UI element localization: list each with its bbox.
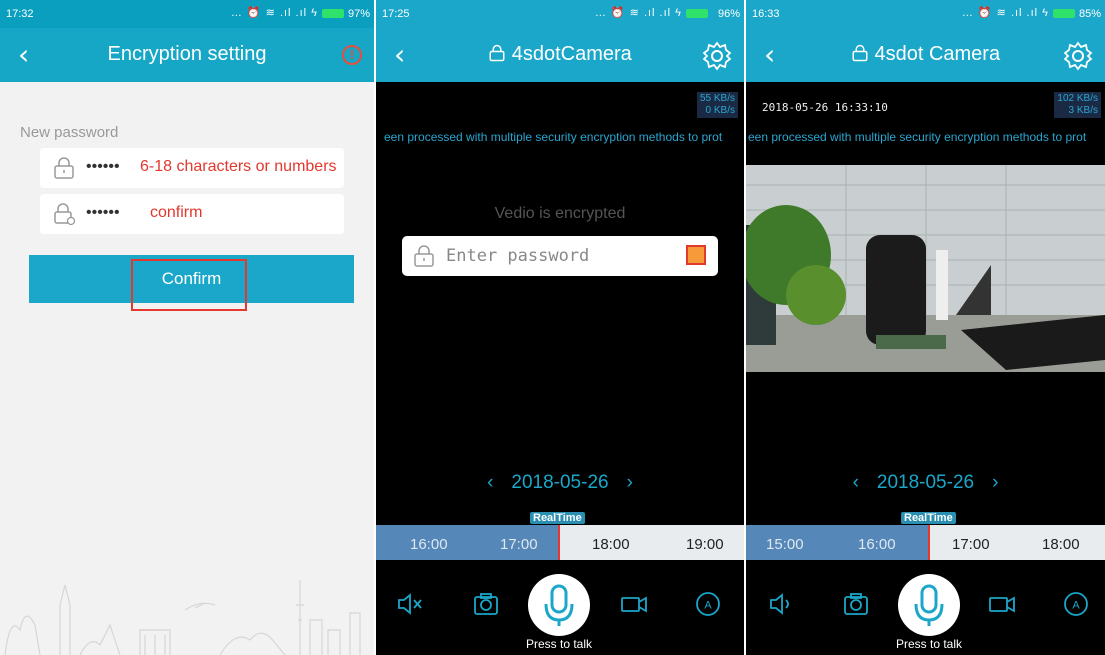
next-date-button[interactable]: › (627, 472, 633, 493)
realtime-badge[interactable]: RealTime (530, 512, 585, 524)
video-frame (746, 165, 1105, 372)
alert-icon[interactable]: ! (342, 45, 362, 65)
bitrate-indicator: 55 KB/s 0 KB/s (696, 92, 738, 118)
status-bar: 16:33 … ⏰ ≋ .ıl .ıl ϟ 85% (746, 0, 1105, 28)
page-title: Encryption setting (107, 43, 267, 65)
status-time: 17:25 (382, 8, 410, 20)
prev-date-button[interactable]: ‹ (487, 472, 493, 493)
security-ticker: een processed with multiple security enc… (384, 130, 723, 144)
status-icons: … ⏰ ≋ .ıl .ıl ϟ (594, 7, 682, 19)
tick-label: 15:00 (766, 536, 804, 553)
camera-name: 4sdotCamera (511, 43, 632, 65)
playback-timeline[interactable]: 15:00 16:00 17:00 18:00 (746, 525, 1105, 560)
realtime-badge[interactable]: RealTime (901, 512, 956, 524)
confirm-password-field[interactable]: •••••• confirm (40, 194, 344, 234)
lock-icon (489, 44, 505, 62)
status-icons: … ⏰ ≋ .ıl .ıl ϟ (961, 7, 1049, 19)
bitrate-out: 3 KB/s (1068, 105, 1098, 116)
battery-level: 97% (347, 8, 370, 20)
mute-icon[interactable] (396, 590, 424, 618)
current-date: 2018-05-26 (876, 472, 975, 493)
security-ticker: een processed with multiple security enc… (748, 130, 1087, 144)
gear-icon[interactable] (1063, 41, 1093, 71)
confirm-mask: •••••• (86, 204, 120, 221)
control-toolbar: A Press to talk (376, 560, 744, 655)
speaker-icon[interactable] (768, 590, 796, 618)
tick-label: 17:00 (952, 536, 990, 553)
gear-icon[interactable] (702, 41, 732, 71)
press-to-talk-label: Press to talk (525, 637, 593, 651)
battery-icon (686, 9, 708, 18)
lock-icon (852, 44, 868, 62)
microphone-icon (544, 584, 574, 626)
prev-date-button[interactable]: ‹ (853, 472, 859, 493)
video-password-field[interactable]: Enter password (402, 236, 718, 276)
battery-level: 96% (717, 8, 740, 20)
timeline-cursor[interactable] (928, 525, 930, 560)
tick-label: 16:00 (410, 536, 448, 553)
camera-snapshot-icon[interactable] (472, 590, 500, 618)
tick-label: 18:00 (592, 536, 630, 553)
status-time: 16:33 (752, 8, 780, 20)
camera-live-screen: 16:33 … ⏰ ≋ .ıl .ıl ϟ 85% ‹ 4sdot Camera… (746, 0, 1105, 655)
press-to-talk-label: Press to talk (895, 637, 963, 651)
record-video-icon[interactable] (988, 590, 1016, 618)
status-time: 17:32 (6, 8, 34, 20)
highlight-box (131, 259, 247, 311)
app-bar: ‹ Encryption setting ! (0, 28, 374, 82)
date-navigator: ‹ 2018-05-26 › (746, 472, 1105, 494)
next-date-button[interactable]: › (992, 472, 998, 493)
lock-icon (414, 245, 434, 267)
bitrate-in: 55 KB/s (699, 93, 735, 104)
control-toolbar: A Press to talk (746, 560, 1105, 655)
password-mask: •••••• (86, 158, 120, 175)
status-icons: … ⏰ ≋ .ıl .ıl ϟ (230, 7, 318, 19)
record-video-icon[interactable] (620, 590, 648, 618)
timeline-cursor[interactable] (558, 525, 560, 560)
new-password-label: New password (20, 124, 119, 141)
tick-label: 16:00 (858, 536, 896, 553)
bitrate-indicator: 102 KB/s 3 KB/s (1054, 92, 1101, 118)
lock-check-icon (54, 203, 76, 226)
video-timestamp: 2018-05-26 16:33:10 (762, 101, 888, 114)
submit-password-icon[interactable] (686, 245, 706, 265)
tick-label: 17:00 (500, 536, 538, 553)
app-bar: ‹ 4sdotCamera (376, 28, 744, 82)
lock-icon (54, 157, 74, 179)
svg-text:A: A (1072, 600, 1080, 612)
bitrate-out: 0 KB/s (705, 105, 735, 116)
battery-icon (1053, 9, 1075, 18)
playback-timeline[interactable]: 16:00 17:00 18:00 19:00 (376, 525, 744, 560)
tick-label: 19:00 (686, 536, 724, 553)
talk-button[interactable] (898, 574, 960, 636)
svg-text:A: A (704, 600, 712, 612)
city-skyline-illustration (4, 580, 361, 655)
microphone-icon (914, 584, 944, 626)
camera-name: 4sdot Camera (874, 43, 1001, 65)
app-bar: ‹ 4sdot Camera (746, 28, 1105, 82)
camera-encrypted-screen: 17:25 … ⏰ ≋ .ıl .ıl ϟ 96% ‹ 4sdotCamera … (376, 0, 744, 655)
status-bar: 17:25 … ⏰ ≋ .ıl .ıl ϟ 96% (376, 0, 744, 28)
password-placeholder: Enter password (446, 246, 590, 266)
date-navigator: ‹ 2018-05-26 › (376, 472, 744, 494)
live-video-feed[interactable] (746, 165, 1105, 372)
auto-mode-icon[interactable]: A (694, 590, 722, 618)
tick-label: 18:00 (1042, 536, 1080, 553)
page-title: 4sdotCamera (376, 43, 744, 66)
status-bar: 17:32 … ⏰ ≋ .ıl .ıl ϟ 97% (0, 0, 374, 28)
current-date: 2018-05-26 (511, 472, 609, 493)
auto-mode-icon[interactable]: A (1062, 590, 1090, 618)
new-password-field[interactable]: •••••• 6-18 characters or numbers (40, 148, 344, 188)
encrypted-message: Vedio is encrypted (494, 205, 626, 222)
battery-icon (322, 9, 344, 18)
password-hint: 6-18 characters or numbers (140, 158, 337, 175)
camera-snapshot-icon[interactable] (842, 590, 870, 618)
bitrate-in: 102 KB/s (1057, 93, 1098, 104)
talk-button[interactable] (528, 574, 590, 636)
page-title: 4sdot Camera (746, 43, 1105, 66)
battery-level: 85% (1078, 8, 1101, 20)
confirm-hint: confirm (150, 204, 203, 221)
encryption-setting-screen: 17:32 … ⏰ ≋ .ıl .ıl ϟ 97% ‹ Encryption s… (0, 0, 374, 655)
